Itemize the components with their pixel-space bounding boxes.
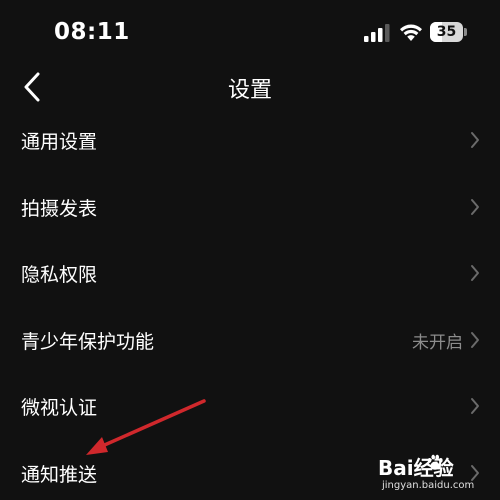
- watermark-url: jingyan.baidu.com: [382, 480, 475, 491]
- settings-list: 通用设置 拍摄发表 隐私权限 青少年保护功能 未开启 微视认证 通知推送: [0, 106, 500, 500]
- battery-indicator: 35: [430, 22, 468, 42]
- settings-item-privacy[interactable]: 隐私权限: [0, 239, 500, 306]
- chevron-right-icon: [471, 398, 479, 415]
- settings-item-status: 未开启: [412, 332, 463, 353]
- wifi-icon: [400, 24, 422, 41]
- chevron-right-icon: [471, 198, 479, 215]
- status-time: 08:11: [54, 19, 130, 45]
- battery-cap: [464, 28, 467, 36]
- settings-item-verification[interactable]: 微视认证: [0, 372, 500, 439]
- settings-item-label: 隐私权限: [21, 264, 98, 287]
- chevron-right-icon: [471, 265, 479, 282]
- settings-screen: 08:11 35 设置 通用设置 拍摄发表 隐私权限 青少年保护功能 未开启 微…: [0, 0, 500, 500]
- battery-percentage: 35: [436, 24, 457, 40]
- status-bar: 08:11 35: [0, 0, 500, 64]
- settings-item-youth-protection[interactable]: 青少年保护功能 未开启: [0, 306, 500, 373]
- chevron-right-icon: [471, 331, 479, 348]
- page-title: 设置: [227, 78, 272, 103]
- settings-item-label: 拍摄发表: [21, 197, 98, 220]
- navigation-bar: 设置: [0, 64, 500, 110]
- settings-item-label: 通用设置: [21, 131, 98, 153]
- chevron-right-icon: [471, 132, 479, 148]
- cellular-signal-icon: [364, 24, 390, 42]
- settings-item-label: 青少年保护功能: [21, 330, 155, 353]
- settings-item-general[interactable]: 通用设置: [0, 106, 500, 173]
- paw-icon: [427, 454, 443, 470]
- baidu-jingyan-watermark: Bai经验 jingyan.baidu.com: [378, 452, 496, 498]
- settings-item-label: 微视认证: [21, 397, 98, 420]
- settings-item-shooting-publish[interactable]: 拍摄发表: [0, 173, 500, 240]
- settings-item-label: 通知推送: [21, 463, 98, 486]
